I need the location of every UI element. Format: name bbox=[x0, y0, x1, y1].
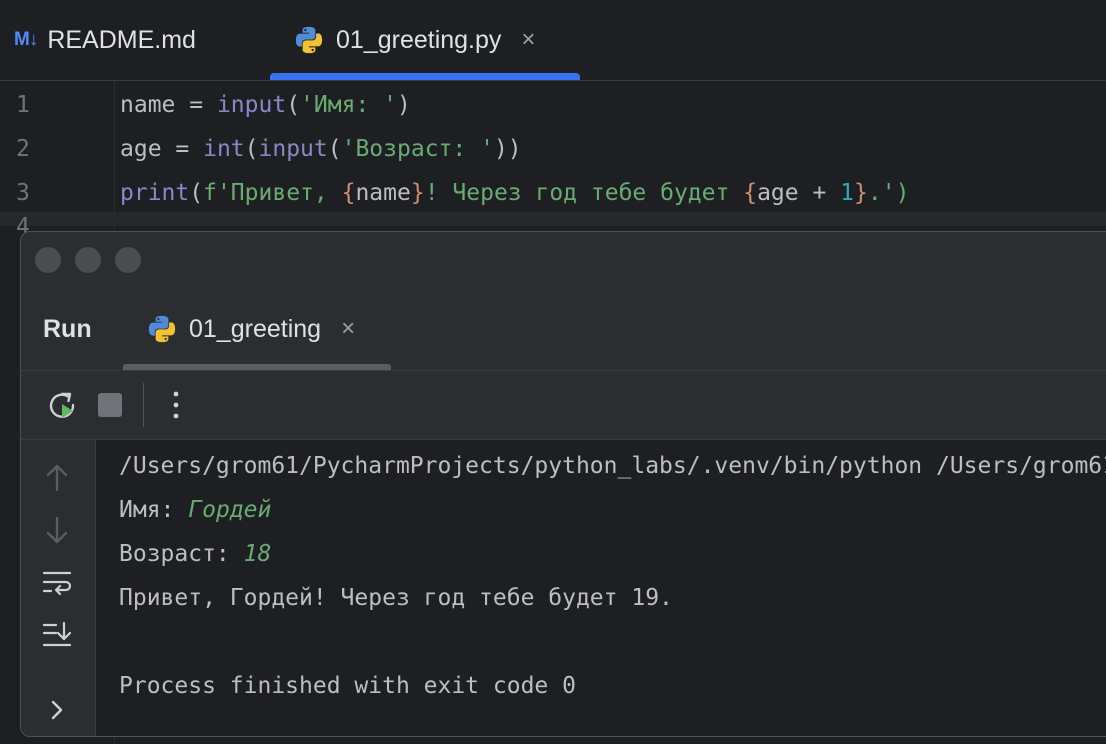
tab-readme[interactable]: M↓ README.md bbox=[14, 0, 196, 80]
code-token: { bbox=[743, 180, 758, 206]
code-token: )) bbox=[493, 136, 522, 162]
code-token: } bbox=[410, 180, 425, 206]
toolbar-divider bbox=[143, 383, 144, 427]
python-icon bbox=[148, 315, 176, 343]
rerun-button[interactable] bbox=[45, 388, 79, 422]
run-tool-window: Run 01_greeting × /Users/grom61/PycharmP… bbox=[20, 231, 1106, 737]
code-token: f'Привет, bbox=[203, 180, 342, 206]
code-token: input bbox=[258, 136, 328, 162]
scroll-to-end-button[interactable] bbox=[39, 616, 75, 652]
console-line: /Users/grom61/PycharmProjects/python_lab… bbox=[119, 444, 1106, 488]
code-token: 'Возраст: ' bbox=[341, 136, 494, 162]
python-icon bbox=[295, 26, 323, 54]
window-titlebar[interactable] bbox=[21, 232, 1106, 288]
code-token: .') bbox=[867, 180, 910, 206]
code-token: ) bbox=[396, 92, 411, 118]
console-line-text: Привет, Гордей! Через год тебе будет 19. bbox=[119, 585, 673, 611]
code-token: age = bbox=[120, 136, 204, 162]
close-icon[interactable]: × bbox=[341, 315, 355, 343]
scroll-down-button[interactable] bbox=[39, 512, 75, 548]
line-number: 3 bbox=[16, 180, 30, 206]
active-tab-indicator bbox=[270, 73, 580, 80]
code-line-2[interactable]: 2 age = int(input('Возраст: ')) bbox=[0, 127, 1106, 171]
arrow-down-icon bbox=[46, 516, 68, 544]
tab-greeting-py[interactable]: 01_greeting.py × bbox=[270, 0, 580, 80]
code-token: age + bbox=[757, 180, 841, 206]
console-line: Привет, Гордей! Через год тебе будет 19. bbox=[119, 576, 673, 620]
console-side-toolbar bbox=[21, 440, 96, 736]
code-token: } bbox=[854, 180, 868, 206]
code-token: int bbox=[203, 136, 245, 162]
run-title: Run bbox=[43, 315, 92, 343]
code-line-1[interactable]: 1 name = input('Имя: ') bbox=[0, 83, 1106, 127]
code-token: ( bbox=[189, 180, 204, 206]
code-token: 'Имя: ' bbox=[300, 92, 397, 118]
console-line-text: /Users/grom61/PycharmProjects/python_lab… bbox=[119, 453, 1106, 479]
code-token: print bbox=[120, 180, 190, 206]
console-line: Process finished with exit code 0 bbox=[119, 664, 576, 708]
code-token: 1 bbox=[840, 180, 855, 206]
code-token: name = bbox=[120, 92, 217, 118]
console-line: Имя: Гордей bbox=[119, 488, 271, 532]
active-tab-indicator bbox=[123, 364, 391, 370]
line-number: 1 bbox=[16, 92, 30, 118]
tab-greeting-label: 01_greeting.py bbox=[336, 25, 502, 54]
editor-tab-bar: M↓ README.md 01_greeting.py × bbox=[0, 0, 1106, 81]
more-options-button[interactable] bbox=[159, 388, 193, 422]
tab-readme-label: README.md bbox=[47, 25, 196, 54]
code-token: ( bbox=[244, 136, 259, 162]
run-tab-01-greeting[interactable]: 01_greeting × bbox=[123, 288, 391, 370]
expand-sidebar-button[interactable] bbox=[39, 692, 75, 728]
code-line-3[interactable]: 3 print(f'Привет, {name}! Через год тебе… bbox=[0, 171, 1106, 215]
console-user-input: Гордей bbox=[188, 497, 272, 523]
code-token: ! Через год тебе будет bbox=[424, 180, 744, 206]
soft-wrap-button[interactable] bbox=[39, 564, 75, 600]
stop-button[interactable] bbox=[93, 388, 127, 422]
code-token: input bbox=[216, 92, 287, 118]
code-line-text: print(f'Привет, {name}! Через год тебе б… bbox=[120, 180, 909, 206]
window-close-button[interactable] bbox=[35, 247, 61, 273]
line-number: 2 bbox=[16, 136, 30, 162]
stop-icon bbox=[98, 393, 122, 417]
console-output[interactable]: /Users/grom61/PycharmProjects/python_lab… bbox=[96, 440, 1106, 736]
console-line-text: Process finished with exit code 0 bbox=[119, 673, 576, 699]
window-zoom-button[interactable] bbox=[115, 247, 141, 273]
run-toolbar bbox=[21, 371, 1106, 440]
console-prompt: Возраст: bbox=[119, 541, 244, 567]
code-token: ( bbox=[327, 136, 342, 162]
scroll-to-end-icon bbox=[42, 621, 72, 647]
code-token: name bbox=[355, 180, 411, 206]
markdown-icon: M↓ bbox=[14, 29, 38, 50]
rerun-icon bbox=[49, 392, 75, 418]
code-token: { bbox=[341, 180, 356, 206]
console-user-input: 18 bbox=[243, 541, 272, 567]
more-vertical-icon bbox=[173, 391, 179, 419]
code-token: ( bbox=[286, 92, 301, 118]
window-minimize-button[interactable] bbox=[75, 247, 101, 273]
run-header: Run 01_greeting × bbox=[21, 288, 1106, 371]
arrow-up-icon bbox=[46, 464, 68, 492]
soft-wrap-icon bbox=[42, 571, 72, 596]
scroll-up-button[interactable] bbox=[39, 460, 75, 496]
chevron-right-icon bbox=[51, 700, 63, 720]
run-tab-label: 01_greeting bbox=[189, 314, 322, 343]
console-prompt: Имя: bbox=[119, 497, 189, 523]
code-line-text: age = int(input('Возраст: ')) bbox=[120, 136, 522, 162]
code-line-text: name = input('Имя: ') bbox=[120, 92, 411, 118]
console-line: Возраст: 18 bbox=[119, 532, 271, 576]
close-icon[interactable]: × bbox=[521, 26, 535, 54]
